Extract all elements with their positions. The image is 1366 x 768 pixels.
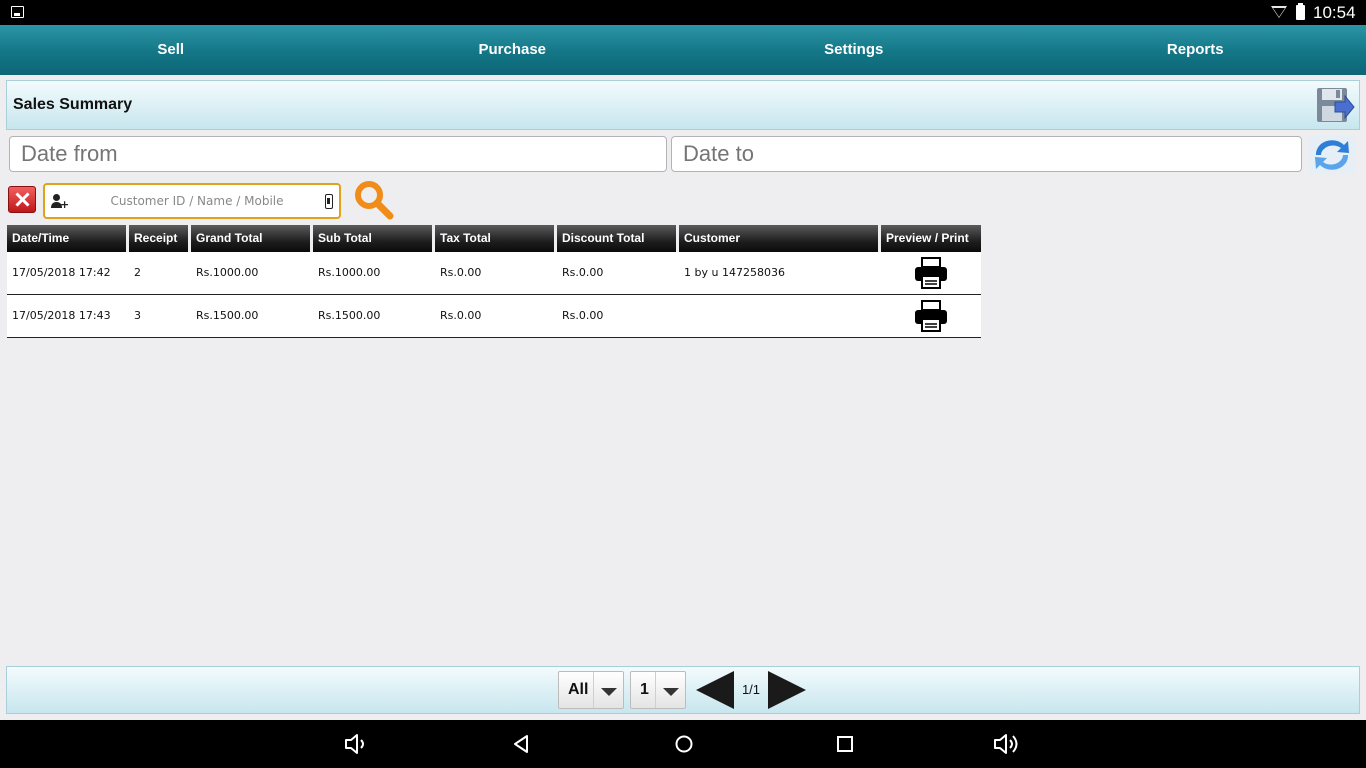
status-clock: 10:54 — [1313, 3, 1356, 22]
tab-sell[interactable]: Sell — [0, 25, 342, 75]
filter-select[interactable]: All — [558, 671, 624, 709]
cell-print — [881, 295, 981, 337]
refresh-icon[interactable] — [1308, 135, 1356, 175]
volume-up-icon[interactable] — [992, 732, 1022, 756]
cell-tax-total: Rs.0.00 — [440, 309, 482, 322]
status-bar: 10:54 — [0, 0, 1366, 25]
col-grand-total[interactable]: Grand Total — [191, 225, 310, 252]
tab-purchase[interactable]: Purchase — [342, 25, 684, 75]
cell-customer: 1 by u 147258036 — [684, 266, 785, 279]
page-select-value: 1 — [640, 681, 649, 698]
recents-icon[interactable] — [834, 732, 856, 756]
col-preview-print[interactable]: Preview / Print — [881, 225, 981, 252]
cell-receipt: 3 — [134, 309, 141, 322]
gallery-notification-icon — [11, 6, 24, 18]
printer-icon[interactable] — [914, 300, 948, 332]
col-tax-total[interactable]: Tax Total — [435, 225, 554, 252]
chevron-down-icon[interactable] — [593, 672, 623, 708]
cell-print — [881, 252, 981, 294]
table-row[interactable]: 17/05/2018 17:42 2 Rs.1000.00 Rs.1000.00… — [7, 252, 981, 295]
cell-receipt: 2 — [134, 266, 141, 279]
clear-filter-button[interactable] — [8, 186, 36, 213]
date-to-input[interactable] — [671, 136, 1302, 172]
add-user-icon: + — [51, 194, 69, 210]
cell-customer — [679, 295, 878, 337]
customer-search-input[interactable] — [75, 190, 319, 212]
cell-grand-total: Rs.1000.00 — [196, 266, 259, 279]
back-icon[interactable] — [511, 732, 533, 756]
next-page-button[interactable] — [768, 671, 806, 709]
pagination-bar: All 1 1/1 — [6, 666, 1360, 714]
page-count: 1/1 — [741, 682, 761, 697]
page-title: Sales Summary — [13, 96, 133, 113]
home-icon[interactable] — [672, 732, 696, 756]
col-sub-total[interactable]: Sub Total — [313, 225, 432, 252]
col-customer[interactable]: Customer — [679, 225, 878, 252]
mobile-icon — [325, 194, 333, 209]
chevron-down-icon[interactable] — [655, 672, 685, 708]
tab-reports[interactable]: Reports — [1025, 25, 1366, 75]
cell-datetime: 17/05/2018 17:42 — [12, 266, 111, 279]
col-receipt[interactable]: Receipt — [129, 225, 188, 252]
page-select[interactable]: 1 — [630, 671, 686, 709]
save-export-icon[interactable] — [1315, 86, 1355, 126]
col-discount-total[interactable]: Discount Total — [557, 225, 676, 252]
table-header: Date/Time Receipt Grand Total Sub Total … — [7, 225, 981, 252]
battery-icon — [1296, 3, 1305, 20]
printer-icon[interactable] — [914, 257, 948, 289]
search-icon[interactable] — [353, 179, 395, 221]
sales-table: Date/Time Receipt Grand Total Sub Total … — [7, 225, 981, 338]
table-row[interactable]: 17/05/2018 17:43 3 Rs.1500.00 Rs.1500.00… — [7, 295, 981, 338]
filter-select-value: All — [568, 681, 589, 698]
date-from-input[interactable] — [9, 136, 667, 172]
col-datetime[interactable]: Date/Time — [7, 225, 126, 252]
cell-datetime: 17/05/2018 17:43 — [12, 309, 111, 322]
tab-settings[interactable]: Settings — [683, 25, 1025, 75]
cell-sub-total: Rs.1500.00 — [318, 309, 381, 322]
cell-tax-total: Rs.0.00 — [440, 266, 482, 279]
customer-search-box[interactable]: + — [43, 183, 341, 219]
volume-down-icon[interactable] — [343, 732, 369, 756]
previous-page-button[interactable] — [696, 671, 734, 709]
wifi-icon — [1271, 6, 1287, 18]
cell-grand-total: Rs.1500.00 — [196, 309, 259, 322]
system-nav-bar — [0, 720, 1366, 768]
cell-sub-total: Rs.1000.00 — [318, 266, 381, 279]
main-nav-tabs: Sell Purchase Settings Reports — [0, 25, 1366, 75]
page-header: Sales Summary — [6, 80, 1360, 130]
cell-discount-total: Rs.0.00 — [562, 309, 604, 322]
cell-discount-total: Rs.0.00 — [562, 266, 604, 279]
